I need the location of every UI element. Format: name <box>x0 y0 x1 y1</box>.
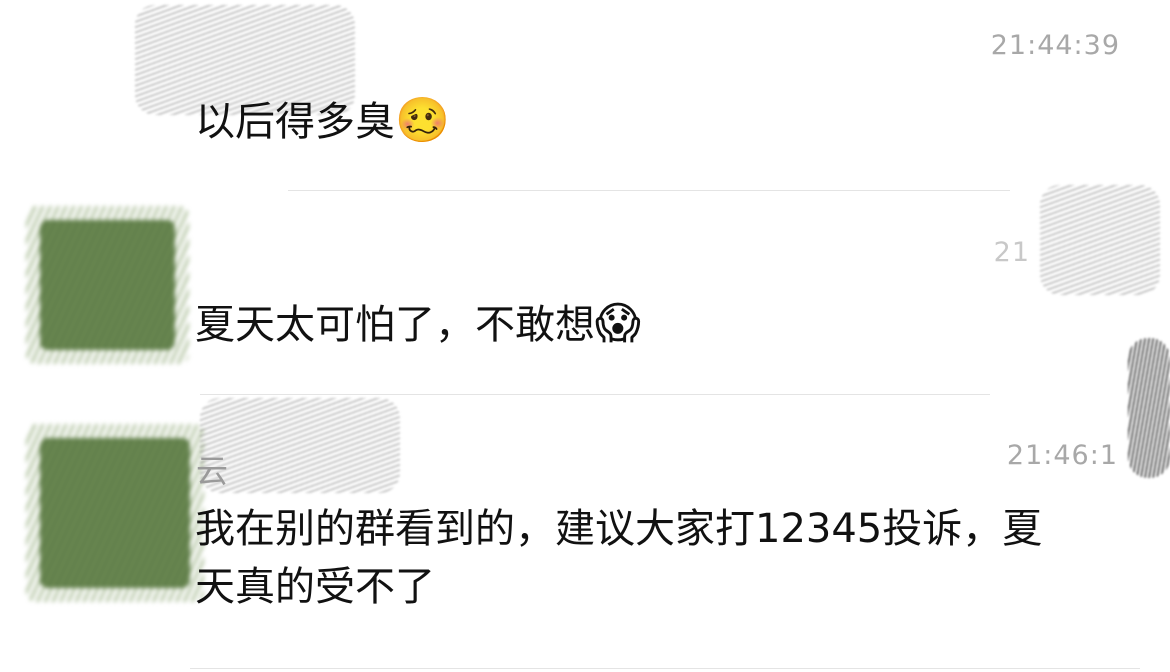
chat-message: 21:44:39 以后得多臭🥴 <box>0 0 1170 192</box>
message-timestamp: 21 <box>993 237 1030 268</box>
avatar[interactable] <box>26 424 204 602</box>
message-timestamp: 21:44:39 <box>990 30 1120 61</box>
chat-message: 21 夏天太可怕了，不敢想😱 <box>0 185 1170 395</box>
woozy-face-icon: 🥴 <box>395 95 450 146</box>
message-timestamp: 21:46:1 <box>1006 440 1118 471</box>
message-text[interactable]: 以后得多臭🥴 <box>195 92 1080 151</box>
message-text[interactable]: 我在别的群看到的，建议大家打12345投诉，夏天真的受不了 <box>195 500 1080 616</box>
message-text-body: 我在别的群看到的，建议大家打12345投诉，夏天真的受不了 <box>195 506 1043 610</box>
message-text-body: 夏天太可怕了，不敢想 <box>195 302 595 348</box>
sender-name: 云 <box>196 452 229 490</box>
message-divider <box>200 394 990 395</box>
redaction-scribble <box>1040 185 1160 295</box>
avatar[interactable] <box>26 206 189 364</box>
message-divider <box>190 668 1140 669</box>
chat-message: 云 21:46:1 我在别的群看到的，建议大家打12345投诉，夏天真的受不了 <box>0 338 1170 672</box>
redaction-scribble <box>1128 338 1170 478</box>
message-divider <box>288 190 1010 191</box>
message-text[interactable]: 夏天太可怕了，不敢想😱 <box>195 295 1080 354</box>
redaction-scribble <box>200 398 400 493</box>
screaming-face-icon: 😱 <box>595 298 641 349</box>
message-text-body: 以后得多臭 <box>195 99 395 145</box>
